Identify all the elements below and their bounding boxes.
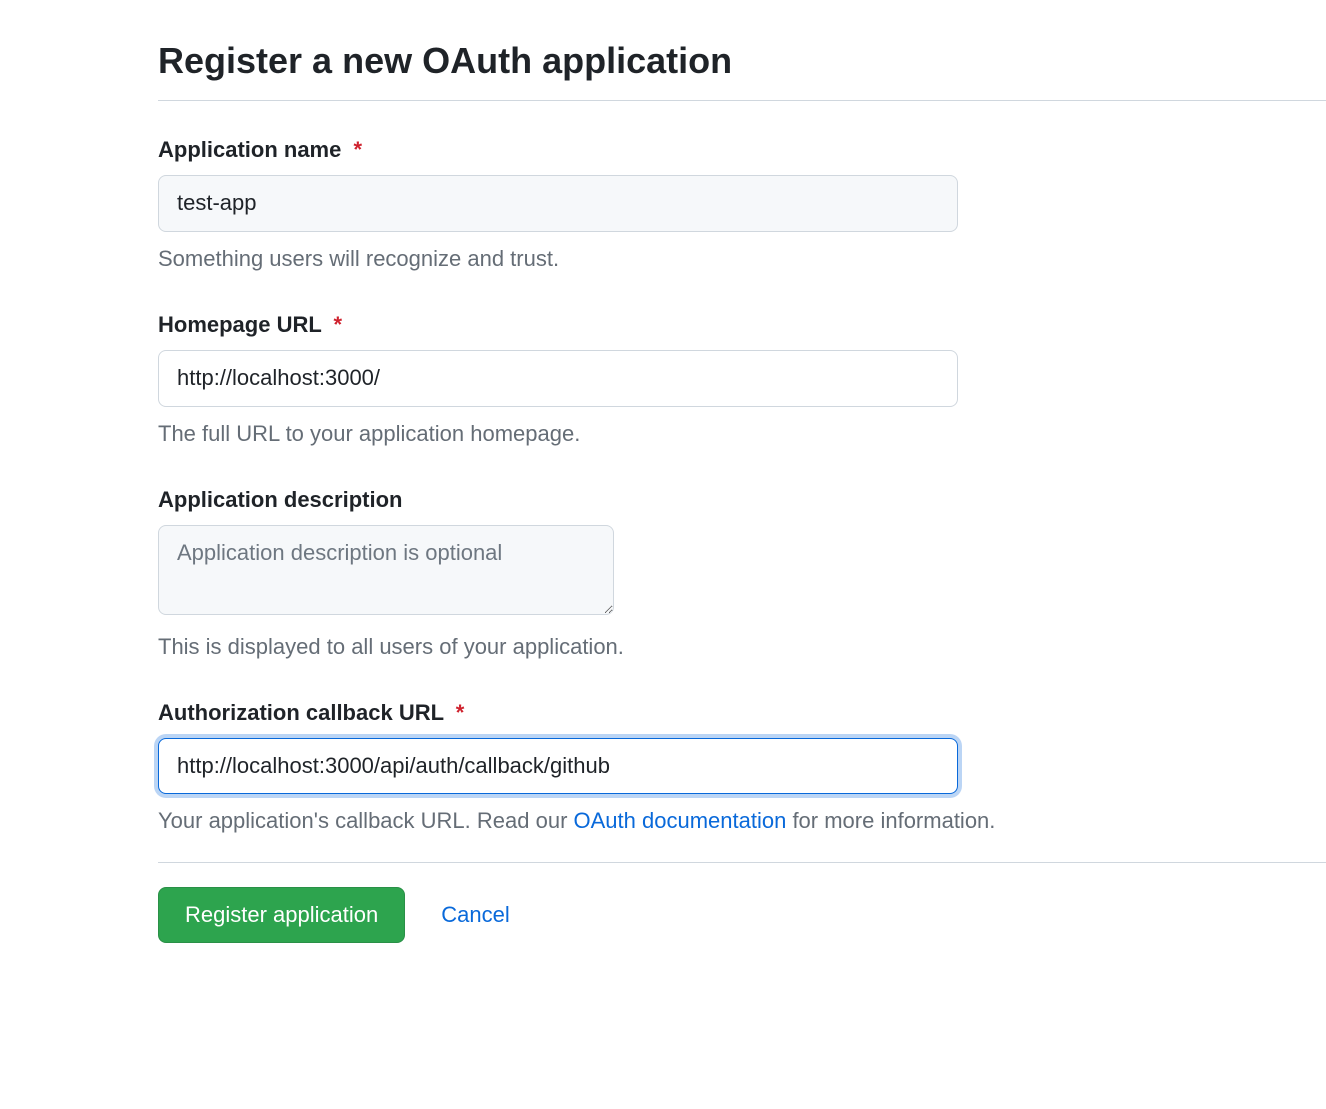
register-application-button[interactable]: Register application	[158, 887, 405, 943]
description-help: This is displayed to all users of your a…	[158, 634, 1326, 660]
form-group-callback-url: Authorization callback URL * Your applic…	[158, 700, 1326, 835]
required-asterisk-icon: *	[353, 137, 362, 162]
homepage-url-label-text: Homepage URL	[158, 312, 321, 337]
button-row: Register application Cancel	[158, 887, 1326, 943]
oauth-documentation-link[interactable]: OAuth documentation	[574, 808, 787, 833]
callback-url-input[interactable]	[158, 738, 958, 795]
form-group-homepage-url: Homepage URL * The full URL to your appl…	[158, 312, 1326, 447]
divider-bottom	[158, 862, 1326, 863]
form-group-description: Application description This is displaye…	[158, 487, 1326, 660]
homepage-url-help: The full URL to your application homepag…	[158, 421, 1326, 447]
form-group-app-name: Application name * Something users will …	[158, 137, 1326, 272]
callback-url-help-suffix: for more information.	[786, 808, 995, 833]
description-textarea[interactable]	[158, 525, 614, 615]
app-name-label: Application name *	[158, 137, 1326, 163]
callback-url-help: Your application's callback URL. Read ou…	[158, 808, 1326, 834]
description-label-text: Application description	[158, 487, 402, 512]
app-name-help: Something users will recognize and trust…	[158, 246, 1326, 272]
callback-url-label-text: Authorization callback URL	[158, 700, 444, 725]
required-asterisk-icon: *	[334, 312, 343, 337]
cancel-button[interactable]: Cancel	[441, 902, 509, 928]
homepage-url-label: Homepage URL *	[158, 312, 1326, 338]
app-name-label-text: Application name	[158, 137, 341, 162]
callback-url-label: Authorization callback URL *	[158, 700, 1326, 726]
required-asterisk-icon: *	[456, 700, 465, 725]
page-title: Register a new OAuth application	[158, 40, 1326, 82]
app-name-input[interactable]	[158, 175, 958, 232]
description-label: Application description	[158, 487, 1326, 513]
divider	[158, 100, 1326, 101]
homepage-url-input[interactable]	[158, 350, 958, 407]
callback-url-help-prefix: Your application's callback URL. Read ou…	[158, 808, 574, 833]
